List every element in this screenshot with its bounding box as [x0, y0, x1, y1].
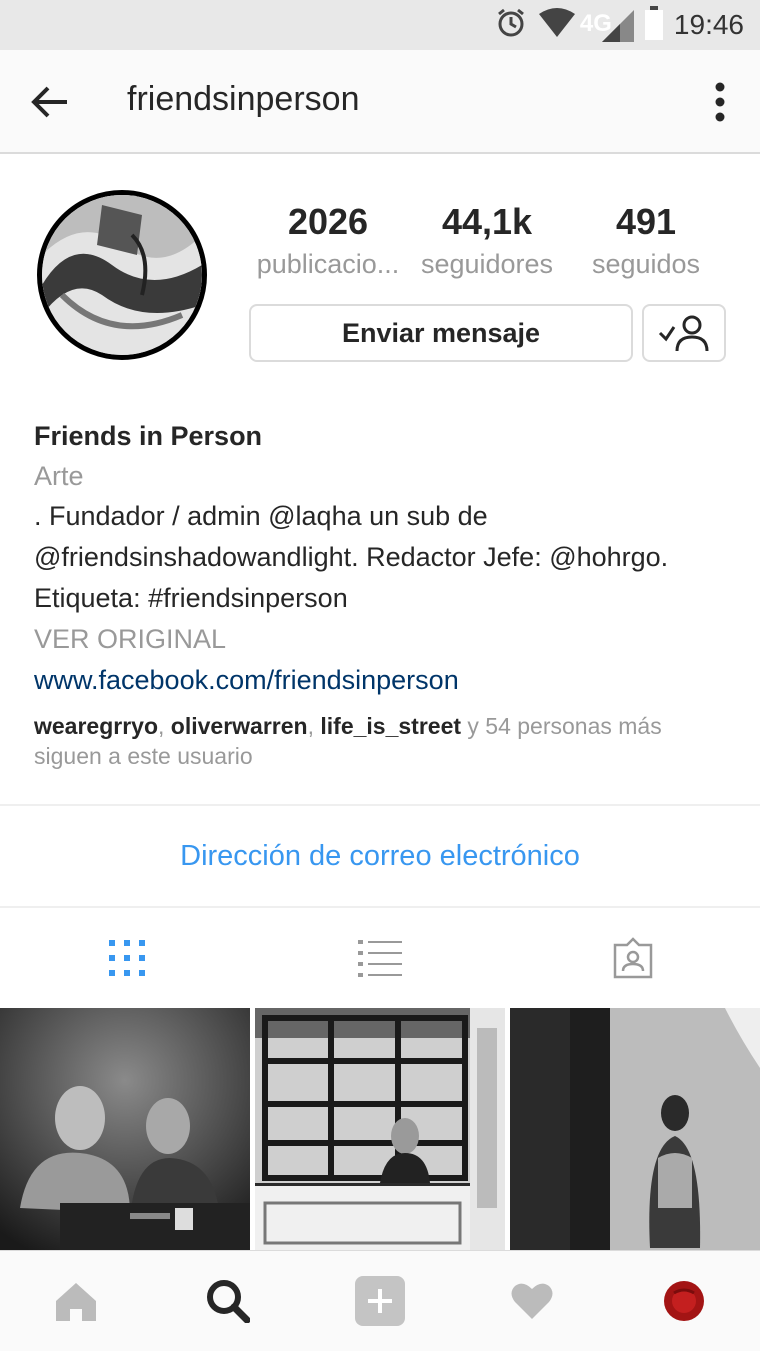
bio-name: Friends in Person [34, 421, 263, 451]
tagged-icon [614, 937, 653, 979]
post-thumbnail[interactable] [0, 1008, 250, 1250]
back-button[interactable] [24, 78, 76, 126]
list-icon [357, 940, 402, 977]
status-bar: 4G 19:46 [0, 0, 760, 50]
following-toggle-button[interactable] [642, 304, 726, 362]
followers-count: 44,1k [441, 201, 533, 242]
follower-username[interactable]: wearegrryo [34, 713, 158, 739]
bio-line: . Fundador / admin @laqha un sub de [34, 501, 488, 531]
nav-home[interactable] [0, 1251, 152, 1351]
tab-grid[interactable] [0, 908, 253, 1008]
nav-activity[interactable] [456, 1251, 608, 1351]
posts-label: publicacio... [256, 249, 400, 279]
home-icon [56, 1283, 96, 1321]
more-vertical-icon [715, 82, 725, 122]
search-icon [207, 1280, 250, 1323]
bio-category: Arte [34, 461, 84, 491]
follower-username[interactable]: oliverwarren [171, 713, 308, 739]
stat-following[interactable]: 491 seguidos [561, 200, 731, 282]
wifi-icon [538, 7, 576, 43]
profile-bio: Friends in Person Arte . Fundador / admi… [34, 416, 734, 771]
more-options-button[interactable] [710, 78, 730, 126]
add-icon [355, 1276, 405, 1326]
app-bar: friendsinperson [0, 50, 760, 154]
nav-profile[interactable] [608, 1251, 760, 1351]
heart-icon [511, 1283, 553, 1319]
bio-line: @friendsinshadowandlight. Redactor Jefe:… [34, 542, 669, 572]
bio-line: Etiqueta: #friendsinperson [34, 583, 348, 613]
following-check-icon [658, 315, 709, 352]
status-time: 19:46 [673, 9, 744, 40]
following-label: seguidos [591, 249, 701, 279]
tab-list[interactable] [253, 908, 506, 1008]
arrow-left-icon [31, 86, 67, 118]
followed-by-suffix-2: siguen a este usuario [34, 743, 253, 769]
stat-followers[interactable]: 44,1k seguidores [402, 200, 572, 282]
following-count: 491 [615, 201, 677, 242]
posts-count: 2026 [287, 201, 369, 242]
followers-label: seguidores [420, 249, 554, 279]
followed-by-suffix: y 54 personas más [461, 713, 662, 739]
nav-add[interactable] [304, 1251, 456, 1351]
signal-icon: 4G [580, 8, 634, 42]
website-link[interactable]: www.facebook.com/friendsinperson [34, 660, 734, 701]
follower-username[interactable]: life_is_street [320, 713, 461, 739]
send-message-button[interactable]: Enviar mensaje [249, 304, 633, 362]
post-grid [0, 1008, 760, 1250]
see-original-link[interactable]: VER ORIGINAL [34, 619, 734, 660]
grid-icon [108, 940, 145, 976]
network-label: 4G [579, 10, 612, 37]
profile-username: friendsinperson [127, 80, 360, 118]
post-thumbnail[interactable] [255, 1008, 505, 1250]
profile-avatar[interactable] [37, 190, 207, 360]
stat-posts[interactable]: 2026 publicacio... [243, 200, 413, 282]
alarm-icon [494, 6, 528, 45]
followed-by-text[interactable]: wearegrryo, oliverwarren, life_is_street… [34, 711, 734, 771]
profile-avatar-icon [664, 1281, 704, 1321]
view-tabs [0, 908, 760, 1008]
post-thumbnail[interactable] [510, 1008, 760, 1250]
battery-icon [644, 5, 664, 45]
email-contact-link[interactable]: Dirección de correo electrónico [180, 840, 580, 873]
nav-search[interactable] [152, 1251, 304, 1351]
bottom-nav [0, 1250, 760, 1351]
tab-tagged[interactable] [507, 908, 760, 1008]
contact-row: Dirección de correo electrónico [0, 806, 760, 906]
